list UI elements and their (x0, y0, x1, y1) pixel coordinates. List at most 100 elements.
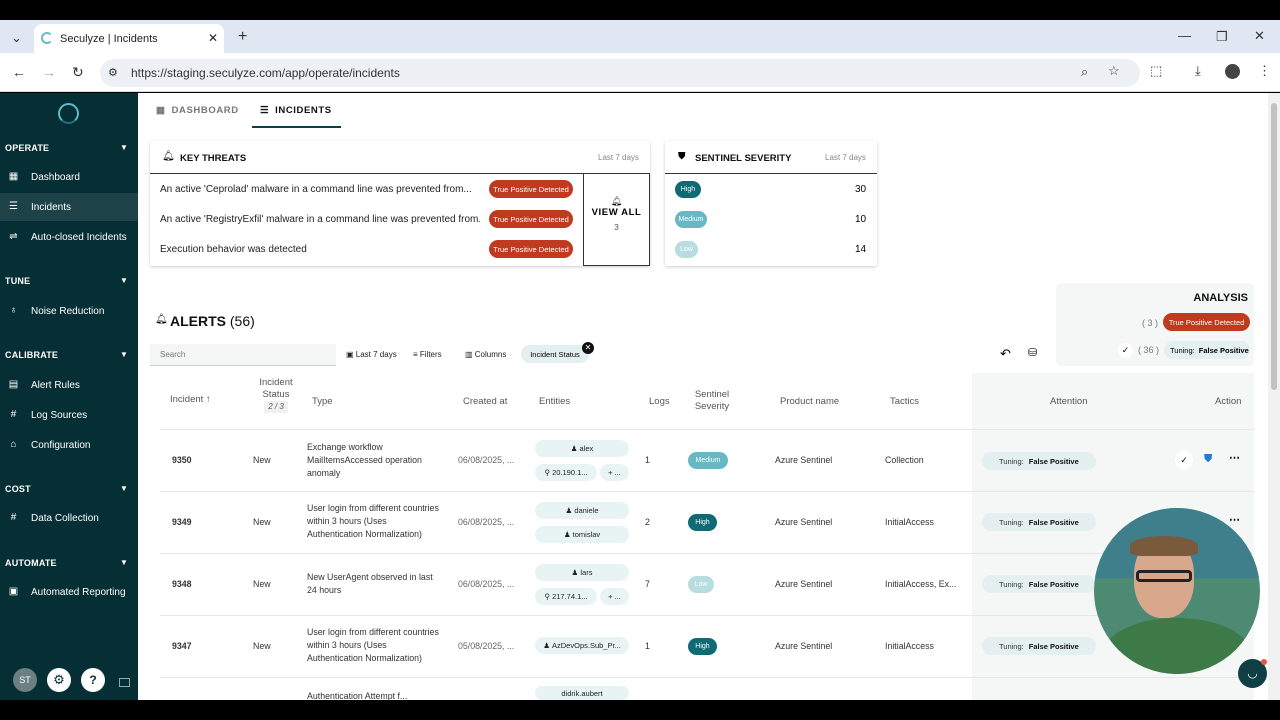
log-count: 7 (645, 579, 650, 589)
more-entities-chip[interactable]: + ... (600, 588, 629, 605)
period-filter-button[interactable]: ▣ Last 7 days (346, 350, 397, 359)
browser-menu-icon[interactable]: ⋮ (1258, 63, 1271, 79)
threat-row[interactable]: An active 'Ceprolad' malware in a comman… (160, 184, 480, 195)
threat-row[interactable]: An active 'RegistryExfil' malware in a c… (160, 214, 480, 225)
entity-ip-chip[interactable]: ⚲ 217.74.1... (535, 588, 597, 605)
bookmark-star-icon[interactable]: ☆ (1108, 63, 1120, 79)
caret-down-icon: ▼ (120, 484, 129, 493)
tab-incidents[interactable]: ☰ INCIDENTS (260, 105, 332, 116)
tab-list-icon[interactable]: ⌄ (11, 30, 22, 46)
section-label: CALIBRATE (5, 350, 59, 360)
period-filter-label: Last 7 days (355, 350, 397, 359)
sidebar-item-dashboard[interactable]: ▦ Dashboard (0, 163, 138, 191)
tuning-pill[interactable]: Tuning: False Positive (982, 452, 1096, 470)
severity-badge-low: Low (675, 241, 698, 258)
tuning-pill[interactable]: Tuning: False Positive (982, 575, 1096, 593)
tab-dashboard[interactable]: ▦ DASHBOARD (156, 105, 239, 116)
header-divider (160, 429, 1254, 430)
seculyze-favicon-icon (41, 32, 53, 44)
col-type[interactable]: Type (312, 396, 333, 407)
check-icon[interactable]: ✓ (1118, 343, 1133, 358)
entity-ip-chip[interactable]: ⚲ 20.190.1... (535, 464, 597, 481)
incident-id[interactable]: 9349 (172, 516, 192, 529)
entity-user-chip[interactable]: ♟ alex (535, 440, 629, 457)
view-all-button[interactable]: 🔔︎ VIEW ALL 3 (583, 173, 650, 266)
sidebar-item-automated-reporting[interactable]: ▣ Automated Reporting (0, 578, 138, 606)
col-status[interactable]: Incident Status 2 / 3 (257, 377, 295, 413)
close-window-icon[interactable]: ✕ (1254, 28, 1265, 44)
tuning-pill[interactable]: Tuning: False Positive (1164, 341, 1250, 359)
entity-user-chip[interactable]: ♟ daniele (535, 502, 629, 519)
search-input[interactable] (150, 344, 336, 366)
tuning-label: Tuning: (999, 517, 1024, 527)
sidebar-item-data-collection[interactable]: # Data Collection (0, 504, 138, 532)
notification-dot (1261, 659, 1267, 665)
more-entities-chip[interactable]: + ... (600, 464, 629, 481)
database-settings-icon[interactable]: ⛁ (1028, 346, 1037, 359)
tuning-pill[interactable]: Tuning: False Positive (982, 513, 1096, 531)
incident-id[interactable]: 9347 (172, 640, 192, 653)
col-tactics[interactable]: Tactics (890, 396, 919, 407)
col-severity[interactable]: Sentinel Severity (692, 389, 732, 413)
user-avatar[interactable]: ST (13, 668, 37, 692)
log-sources-icon: # (10, 409, 17, 420)
forward-icon[interactable]: → (42, 64, 56, 80)
col-product[interactable]: Product name (780, 396, 839, 407)
period-label: Last 7 days (825, 153, 866, 162)
close-tab-icon[interactable]: ✕ (208, 31, 218, 45)
extensions-icon[interactable]: ⬚ (1150, 63, 1162, 79)
incident-id[interactable]: 9350 (172, 454, 192, 467)
approve-check-icon[interactable]: ✓ (1175, 451, 1193, 469)
collapse-sidebar-icon[interactable] (119, 678, 130, 687)
help-icon[interactable]: ? (81, 668, 105, 692)
reload-icon[interactable]: ↻ (72, 64, 84, 81)
back-icon[interactable]: ← (12, 64, 26, 80)
tuning-pill[interactable]: Tuning: False Positive (982, 637, 1096, 655)
site-info-icon[interactable]: ⚙ (108, 66, 118, 79)
tuning-value: False Positive (1198, 345, 1249, 355)
defender-shield-icon[interactable]: ⛊ (1204, 453, 1212, 466)
col-logs[interactable]: Logs (649, 396, 670, 407)
url-field[interactable]: https://staging.seculyze.com/app/operate… (100, 59, 1140, 87)
sidebar-item-noise-reduction[interactable]: ♁ Noise Reduction (0, 297, 138, 325)
download-icon[interactable]: ⤓ (1195, 63, 1201, 79)
remove-chip-icon[interactable]: ✕ (582, 342, 594, 354)
col-entities[interactable]: Entities (539, 396, 570, 407)
sidebar-item-alert-rules[interactable]: ▤ Alert Rules (0, 371, 138, 399)
zoom-icon[interactable]: ⌕ (1081, 64, 1088, 80)
maximize-icon[interactable]: ❐ (1216, 29, 1228, 45)
scrollbar-thumb[interactable] (1271, 103, 1277, 390)
view-all-count: 3 (614, 222, 619, 232)
section-cost[interactable]: COST ▼ (5, 484, 128, 494)
sidebar-item-autoclosed[interactable]: ⇌ Auto-closed Incidents (0, 223, 138, 251)
columns-button[interactable]: ▥ Columns (465, 350, 506, 359)
entity-user-chip[interactable]: ♟ AzDevOps.Sub_Pr... (535, 637, 629, 654)
tp-badge[interactable]: True Positive Detected (1163, 313, 1250, 331)
user-icon: ♟ (565, 506, 573, 515)
entity-user-chip[interactable]: ♟ tomislav (535, 526, 629, 543)
browser-tab[interactable]: Seculyze | Incidents ✕ (34, 24, 224, 53)
report-icon: ▣ (8, 586, 19, 597)
col-incident[interactable]: Incident ↑ (170, 394, 211, 405)
profile-avatar-icon[interactable] (1225, 64, 1240, 79)
entity-user-chip[interactable]: didrik.aubert (535, 686, 629, 700)
filters-button[interactable]: ≡ Filters (413, 350, 442, 359)
sidebar-item-log-sources[interactable]: # Log Sources (0, 401, 138, 429)
section-operate[interactable]: OPERATE ▼ (5, 143, 128, 153)
threat-row[interactable]: Execution behavior was detected (160, 244, 480, 255)
sidebar-item-incidents[interactable]: ☰ Incidents (0, 193, 138, 221)
col-created[interactable]: Created at (463, 396, 507, 407)
new-tab-icon[interactable]: + (238, 28, 247, 46)
incident-type: User login from different countries with… (307, 627, 439, 663)
more-actions-icon[interactable]: ⋯ (1229, 451, 1240, 464)
entity-user-chip[interactable]: ♟ lars (535, 564, 629, 581)
incident-id[interactable]: 9348 (172, 578, 192, 591)
section-automate[interactable]: AUTOMATE ▼ (5, 558, 128, 568)
undo-icon[interactable]: ↶ (1000, 346, 1011, 362)
sidebar-item-configuration[interactable]: ⌂ Configuration (0, 431, 138, 459)
section-calibrate[interactable]: CALIBRATE ▼ (5, 350, 128, 360)
settings-gear-icon[interactable]: ⚙ (47, 668, 71, 692)
incident-status-chip[interactable]: Incident Status (521, 345, 589, 363)
minimize-icon[interactable]: — (1178, 28, 1191, 43)
section-tune[interactable]: TUNE ▼ (5, 276, 128, 286)
